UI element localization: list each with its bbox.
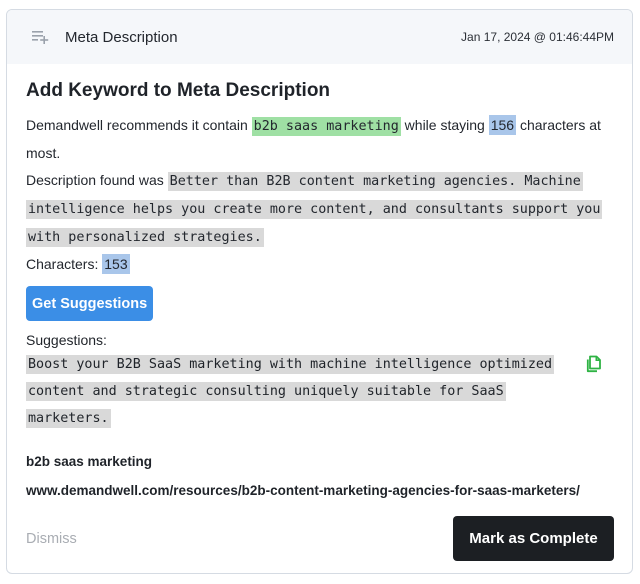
recommendation-text: Demandwell recommends it contain b2b saa… [26,112,612,167]
page-url: www.demandwell.com/resources/b2b-content… [26,483,580,498]
target-keyword: b2b saas marketing [26,454,153,469]
dismiss-button[interactable]: Dismiss [26,531,77,547]
add-to-list-icon [31,28,49,46]
card-title: Meta Description [65,28,178,46]
mark-complete-button[interactable]: Mark as Complete [453,516,614,561]
copy-icon[interactable] [586,355,602,373]
suggestion-text[interactable]: Boost your B2B SaaS marketing with machi… [26,355,555,428]
suggestions-label: Suggestions: [26,332,107,348]
card-body: Add Keyword to Meta Description Demandwe… [7,64,632,498]
found-prefix: Description found was [26,172,164,188]
characters-line: Characters: 153 [26,251,612,278]
characters-label: Characters: [26,256,99,272]
suggestion-row: Boost your B2B SaaS marketing with machi… [26,351,612,432]
found-description-text: Description found was Better than B2B co… [26,167,612,251]
keyword-highlight: b2b saas marketing [251,117,401,136]
get-suggestions-button[interactable]: Get Suggestions [26,286,154,321]
task-card: Meta Description Jan 17, 2024 @ 01:46:44… [6,9,633,574]
char-limit-badge: 156 [488,115,517,135]
card-header: Meta Description Jan 17, 2024 @ 01:46:44… [7,10,632,64]
task-heading: Add Keyword to Meta Description [26,80,331,101]
card-footer: Dismiss Mark as Complete [26,516,614,561]
recommend-prefix: Demandwell recommends it contain [26,117,248,133]
timestamp: Jan 17, 2024 @ 01:46:44PM [461,30,614,44]
characters-count: 153 [102,254,130,274]
suggestion-text-block[interactable]: Boost your B2B SaaS marketing with machi… [26,351,566,432]
recommend-middle: while staying [404,117,485,133]
